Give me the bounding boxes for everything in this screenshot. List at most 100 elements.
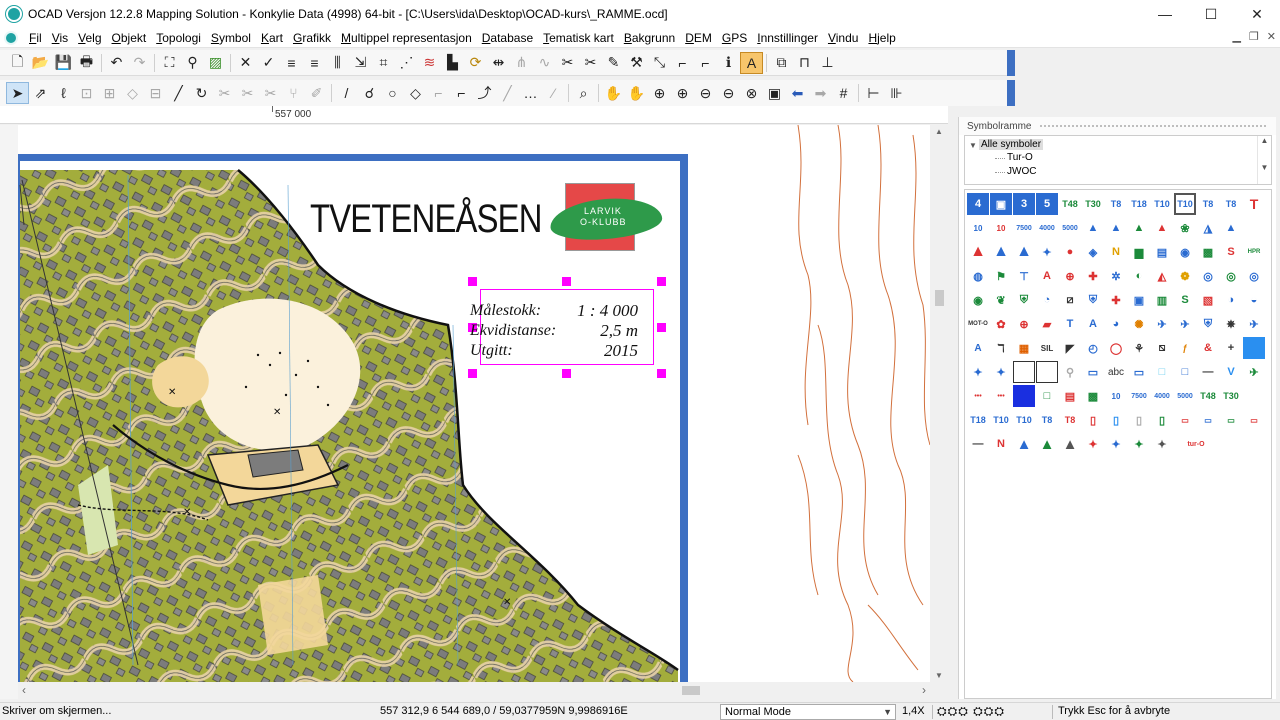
background-map-icon[interactable]: ▨ (204, 52, 227, 74)
menu-bakgrunn[interactable]: Bakgrunn (619, 31, 680, 45)
symbol-item[interactable]: 5000 (1174, 385, 1196, 407)
sign-symbol-icon[interactable]: ▩ (1082, 385, 1104, 407)
triangle-symbol-icon[interactable]: ▲ (1105, 217, 1127, 239)
symbol-item[interactable]: MOT-O (967, 313, 989, 335)
zoom-window-icon[interactable]: ⊕ (671, 82, 694, 104)
ruler-icon[interactable]: ⊢ (862, 82, 885, 104)
post-symbol-icon[interactable]: ⊤ (1013, 265, 1035, 287)
crosshair-symbol-icon[interactable]: ⊕ (1013, 313, 1035, 335)
globe-symbol-icon[interactable]: ◑ (1220, 289, 1242, 311)
fill-icon[interactable]: ▙ (441, 52, 464, 74)
angle-icon[interactable]: ⊥ (816, 52, 839, 74)
map-symbol-icon[interactable]: ▧ (1197, 289, 1219, 311)
symbol-item[interactable]: T18 (967, 409, 989, 431)
a-symbol-icon[interactable]: A (967, 337, 989, 359)
curve-icon[interactable]: ☌ (358, 82, 381, 104)
tree-symbol-icon[interactable]: ❀ (1174, 217, 1196, 239)
plus-symbol-icon[interactable]: ✚ (1105, 289, 1127, 311)
shield-symbol-icon[interactable]: ⛨ (1082, 289, 1104, 311)
map-symbol-icon[interactable]: ▩ (1197, 241, 1219, 263)
triangle-symbol-icon[interactable]: ▲ (1059, 433, 1081, 455)
bar-symbol-icon[interactable]: ▯ (1151, 409, 1173, 431)
align-center-icon[interactable]: ≡ (303, 52, 326, 74)
star-symbol-icon[interactable]: ✦ (967, 361, 989, 383)
triangle-symbol-icon[interactable]: ▲ (990, 241, 1012, 263)
fork-icon[interactable]: ⑂ (282, 82, 305, 104)
menu-innstillinger[interactable]: Innstillinger (752, 31, 823, 45)
cut-object-icon[interactable]: ✂ (579, 52, 602, 74)
symbol-item[interactable]: 10 (967, 217, 989, 239)
frame-symbol-icon[interactable] (1013, 361, 1035, 383)
globe-symbol-icon[interactable]: ◒ (1243, 289, 1265, 311)
zoom-selection-icon[interactable]: ⊗ (740, 82, 763, 104)
swirl-symbol-icon[interactable]: ◕ (1105, 313, 1127, 335)
symbol-item[interactable]: T8 (1059, 409, 1081, 431)
shield-symbol-icon[interactable]: ⛨ (1013, 289, 1035, 311)
menu-tematisk-kart[interactable]: Tematisk kart (538, 31, 619, 45)
compass-rose-icon[interactable]: ✦ (1082, 433, 1104, 455)
mirror-icon[interactable]: ⇹ (487, 52, 510, 74)
menu-database[interactable]: Database (477, 31, 538, 45)
stairs-icon[interactable]: ⌐ (671, 52, 694, 74)
scroll-up-icon[interactable]: ▲ (935, 127, 943, 136)
target-symbol-icon[interactable]: ◎ (1220, 265, 1242, 287)
symbol-item[interactable]: T10 (990, 409, 1012, 431)
shoe-symbol-icon[interactable]: ▰ (1036, 313, 1058, 335)
selection-handle[interactable] (468, 277, 477, 286)
menu-velg[interactable]: Velg (73, 31, 106, 45)
select-area-icon[interactable]: ⊞ (98, 82, 121, 104)
globe-symbol-icon[interactable]: ◐ (1128, 265, 1150, 287)
triangle-symbol-icon[interactable]: ▲ (1220, 217, 1242, 239)
symbol-item[interactable]: abc (1105, 361, 1127, 383)
bar-symbol-icon[interactable]: ▯ (1128, 409, 1150, 431)
triangle-symbol-icon[interactable]: ▲ (1082, 217, 1104, 239)
triangle-symbol-icon[interactable]: ▲ (1036, 433, 1058, 455)
snap-mode-icons[interactable]: ⛭⛭⛭ ⛭⛭⛭ (937, 704, 1005, 719)
search-symbol-icon[interactable]: ⚲ (1059, 361, 1081, 383)
maximize-button[interactable]: ☐ (1188, 0, 1234, 28)
compass-rose-icon[interactable]: ✦ (1151, 433, 1173, 455)
comb-icon[interactable]: ⊪ (885, 82, 908, 104)
close-button[interactable]: ✕ (1234, 0, 1280, 28)
grid-icon[interactable]: # (832, 82, 855, 104)
distribute-icon[interactable]: ⫼ (326, 52, 349, 74)
v-symbol-icon[interactable]: V (1220, 361, 1242, 383)
select-diamond-icon[interactable]: ◇ (121, 82, 144, 104)
align-left-icon[interactable]: ≡ (280, 52, 303, 74)
toolbar-grip[interactable] (1007, 50, 1015, 76)
menu-topologi[interactable]: Topologi (151, 31, 206, 45)
sign-symbol-icon[interactable]: ▤ (1059, 385, 1081, 407)
tree-node-tur-o[interactable]: Tur-O (1007, 152, 1033, 163)
deer-symbol-icon[interactable]: ✿ (990, 313, 1012, 335)
marker-symbol-icon[interactable]: ◈ (1082, 241, 1104, 263)
forward-arrow-icon[interactable]: ➡ (809, 82, 832, 104)
symbol-item[interactable]: 5 (1036, 193, 1058, 215)
pencil-icon[interactable]: ✐ (305, 82, 328, 104)
edit-point-pointer-icon[interactable]: ⇗ (29, 82, 52, 104)
undo-icon[interactable]: ↶ (105, 52, 128, 74)
frame-symbol-icon[interactable]: □ (1151, 361, 1173, 383)
rotate-pattern-icon[interactable]: ⤡ (648, 52, 671, 74)
selection-handle[interactable] (562, 369, 571, 378)
norway-flag-icon[interactable]: ⊕ (1059, 265, 1081, 287)
menu-grafikk[interactable]: Grafikk (288, 31, 336, 45)
symbol-item[interactable]: T10 (1013, 409, 1035, 431)
symbol-item[interactable]: 4 (967, 193, 989, 215)
horizontal-scroll-thumb[interactable] (682, 686, 700, 695)
reshape-icon[interactable]: ⋔ (510, 52, 533, 74)
redo-icon[interactable]: ↷ (128, 52, 151, 74)
symbol-tree[interactable]: ▼ Alle symboler Tur-O JWOC ▲ ▼ (964, 135, 1272, 185)
triangle-symbol-icon[interactable]: ▲ (1128, 217, 1150, 239)
tree-scrollbar[interactable]: ▲ ▼ (1257, 136, 1271, 184)
star-symbol-icon[interactable]: ✦ (990, 361, 1012, 383)
blue-box-symbol-icon[interactable] (1013, 385, 1035, 407)
circle-icon[interactable]: ○ (381, 82, 404, 104)
edit-object-pointer-icon[interactable]: ➤ (6, 82, 29, 104)
open-file-icon[interactable]: 📂 (29, 52, 52, 74)
symbol-item-selected[interactable]: T10 (1174, 193, 1196, 215)
eye-symbol-icon[interactable]: ◉ (1174, 241, 1196, 263)
selection-handle[interactable] (468, 369, 477, 378)
polygon-icon[interactable]: ◇ (404, 82, 427, 104)
norway-flag-icon[interactable]: ✚ (1082, 265, 1104, 287)
map-symbol-icon[interactable]: ◭ (1151, 265, 1173, 287)
